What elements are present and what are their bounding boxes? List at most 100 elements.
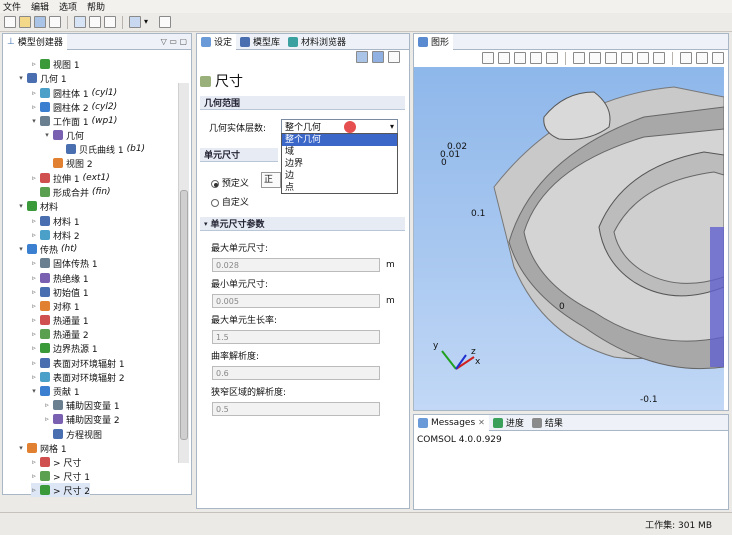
expand-arrow-icon[interactable]: ▹ — [31, 288, 37, 296]
expand-arrow-icon[interactable]: ▹ — [31, 274, 37, 282]
zoom-selection-icon[interactable] — [637, 52, 649, 64]
tree-item[interactable]: ▹ 材料 2 — [31, 228, 80, 242]
zoom-box-icon[interactable] — [605, 52, 617, 64]
section-element-size[interactable]: 单元尺寸 — [200, 148, 278, 162]
expand-arrow-icon[interactable]: ▹ — [31, 89, 37, 97]
tree-scrollbar-thumb[interactable] — [180, 190, 188, 440]
tree-item[interactable]: ▾ 几何 — [44, 128, 84, 142]
tree-item[interactable]: ▹ 对称 1 — [31, 299, 80, 313]
open-folder-icon[interactable] — [19, 16, 31, 28]
expand-arrow-icon[interactable]: ▹ — [31, 259, 37, 267]
expand-arrow-icon[interactable]: ▹ — [44, 401, 50, 409]
tree-item[interactable]: ▹ 初始值 1 — [31, 285, 89, 299]
tree-item[interactable]: 形成合并 (fin) — [31, 185, 111, 199]
zoom-out-icon[interactable] — [589, 52, 601, 64]
tree-item[interactable]: ▹ 固体传热 1 — [31, 256, 98, 270]
tree-item[interactable]: ▹ 视图 1 — [31, 57, 80, 71]
zoom-extents-icon[interactable] — [621, 52, 633, 64]
expand-arrow-icon[interactable]: ▾ — [31, 387, 37, 395]
tree-item[interactable]: ▹ 辅助因变量 2 — [44, 412, 120, 426]
tree-item[interactable]: ▹ 热绝缘 1 — [31, 271, 89, 285]
close-icon[interactable]: ✕ — [478, 418, 485, 427]
zoom-in-icon[interactable] — [573, 52, 585, 64]
view-menu-icon[interactable]: ▽ ▭ ▢ — [161, 37, 187, 46]
tree-item[interactable]: ▹ > 尺寸 1 — [31, 469, 90, 483]
tree-item[interactable]: ▹ 热通量 1 — [31, 313, 89, 327]
tree-item[interactable]: 方程视图 — [44, 427, 102, 441]
tab-model-builder[interactable]: ⊥ 模型创建器 — [3, 33, 67, 50]
expand-arrow-icon[interactable]: ▹ — [31, 472, 37, 480]
expand-arrow-icon[interactable]: ▹ — [31, 231, 37, 239]
custom-option[interactable]: 自定义 — [211, 195, 249, 208]
expand-arrow-icon[interactable]: ▹ — [31, 103, 37, 111]
tree-item[interactable]: ▾ 几何 1 — [18, 71, 67, 85]
tree-item[interactable]: ▹ 材料 1 — [31, 214, 80, 228]
rotate-icon[interactable] — [514, 52, 526, 64]
expand-arrow-icon[interactable]: ▹ — [31, 359, 37, 367]
expand-arrow-icon[interactable]: ▹ — [31, 486, 37, 494]
tree-item[interactable]: 贝氏曲线 1 (b1) — [57, 142, 145, 156]
section-size-parameters[interactable]: ▾ 单元尺寸参数 — [200, 217, 405, 231]
tab-results[interactable]: 结果 — [528, 415, 567, 431]
expand-arrow-icon[interactable]: ▹ — [31, 217, 37, 225]
tab-material-browser[interactable]: 材料浏览器 — [284, 34, 350, 50]
expand-arrow-icon[interactable]: ▹ — [31, 174, 37, 182]
tab-progress[interactable]: 进度 — [489, 415, 528, 431]
menu-file[interactable]: 文件 — [3, 0, 21, 13]
tree-item[interactable]: ▹ 圆柱体 2 (cyl2) — [31, 100, 117, 114]
graphics-canvas[interactable] — [414, 67, 724, 410]
tree-item[interactable]: ▾ 贡献 1 — [31, 384, 80, 398]
expand-arrow-icon[interactable]: ▾ — [44, 131, 50, 139]
expand-arrow-icon[interactable]: ▾ — [18, 444, 24, 452]
pan-icon[interactable] — [530, 52, 542, 64]
option-point[interactable]: 点 — [282, 182, 397, 194]
print-graphics-icon[interactable] — [712, 52, 724, 64]
build-icon[interactable] — [356, 51, 368, 63]
help-icon[interactable] — [74, 16, 86, 28]
option-domain[interactable]: 域 — [282, 146, 397, 158]
select-box-icon[interactable] — [498, 52, 510, 64]
expand-arrow-icon[interactable]: ▹ — [31, 302, 37, 310]
expand-arrow-icon[interactable]: ▾ — [31, 117, 37, 125]
report-icon[interactable] — [89, 16, 101, 28]
tree-item[interactable]: ▾ 材料 — [18, 199, 58, 213]
print-icon[interactable] — [49, 16, 61, 28]
dropdown-arrow-icon[interactable]: ▾ — [144, 16, 156, 28]
screenshot-icon[interactable] — [104, 16, 116, 28]
tree-item[interactable]: ▹ 边界热源 1 — [31, 341, 98, 355]
view-axis-icon[interactable] — [680, 52, 692, 64]
tree-item[interactable]: ▾ 工作面 1 (wp1) — [31, 114, 117, 128]
expand-arrow-icon[interactable]: ▾ — [18, 74, 24, 82]
new-file-icon[interactable] — [4, 16, 16, 28]
radio-predefined[interactable] — [211, 179, 219, 188]
select-icon[interactable] — [482, 52, 494, 64]
menu-edit[interactable]: 编辑 — [31, 0, 49, 13]
tree-item[interactable]: ▹ > 尺寸 2 — [31, 483, 90, 497]
parameter-field[interactable]: 0.028 — [212, 258, 380, 272]
build-all-icon[interactable] — [372, 51, 384, 63]
tree-item[interactable]: ▹ 表面对环境辐射 2 — [31, 370, 125, 384]
model-icon[interactable] — [129, 16, 141, 28]
expand-arrow-icon[interactable]: ▾ — [18, 202, 24, 210]
tree-item[interactable]: ▹ 热通量 2 — [31, 327, 89, 341]
preview-icon[interactable] — [388, 51, 400, 63]
section-geometry-range[interactable]: 几何范围 — [200, 96, 405, 110]
expand-arrow-icon[interactable]: ▹ — [31, 458, 37, 466]
parameter-field[interactable]: 0.005 — [212, 294, 380, 308]
geometry-level-select[interactable]: 整个几何 ▾ — [281, 119, 398, 134]
radio-custom[interactable] — [211, 198, 219, 207]
expand-arrow-icon[interactable]: ▹ — [31, 373, 37, 381]
predefined-option[interactable]: 预定义 — [211, 176, 249, 189]
tab-messages[interactable]: Messages ✕ — [414, 414, 489, 431]
tab-model-library[interactable]: 模型库 — [236, 34, 284, 50]
option-edge[interactable]: 边 — [282, 170, 397, 182]
expand-arrow-icon[interactable]: ▹ — [44, 415, 50, 423]
parameter-field[interactable]: 1.5 — [212, 330, 380, 344]
snap-icon[interactable] — [546, 52, 558, 64]
tree-item[interactable]: ▹ 辅助因变量 1 — [44, 398, 120, 412]
save-icon[interactable] — [34, 16, 46, 28]
tree-item[interactable]: ▹ 拉伸 1 (ext1) — [31, 171, 110, 185]
menu-help[interactable]: 帮助 — [87, 0, 105, 13]
expand-arrow-icon[interactable]: ▹ — [31, 60, 37, 68]
tree-item[interactable]: ▹ 表面对环境辐射 1 — [31, 356, 125, 370]
